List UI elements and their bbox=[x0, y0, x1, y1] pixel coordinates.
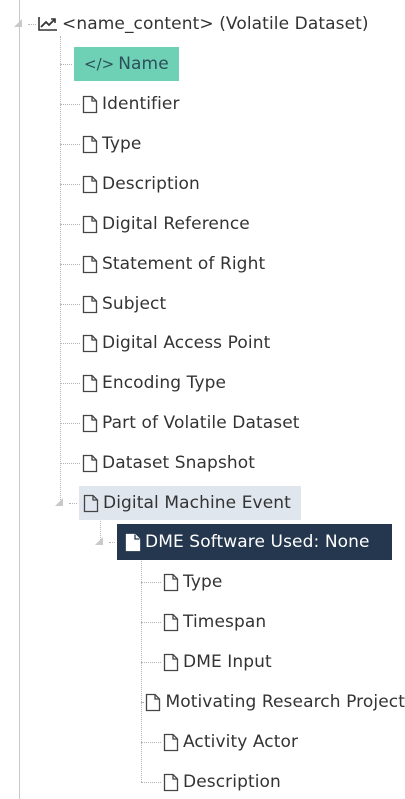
tree-node-digital-machine-event[interactable]: Digital Machine Event bbox=[55, 486, 301, 520]
tree-node-label: Timespan bbox=[183, 612, 267, 632]
tree-node-label: DME Software Used: None bbox=[145, 532, 370, 552]
tree-node-root[interactable]: <name_content> (Volatile Dataset) bbox=[14, 7, 369, 41]
document-icon bbox=[82, 374, 98, 393]
collapse-toggle-icon[interactable] bbox=[95, 537, 105, 547]
document-icon bbox=[82, 295, 98, 314]
tree-node-label: Description bbox=[102, 174, 200, 194]
tree-node-label: Digital Reference bbox=[102, 214, 250, 234]
document-icon bbox=[82, 215, 98, 234]
document-icon bbox=[82, 95, 98, 114]
document-icon bbox=[163, 573, 179, 592]
tree-node-label: Name bbox=[118, 54, 169, 74]
tree-node-description[interactable]: Description bbox=[60, 167, 200, 201]
hovered-node[interactable]: Digital Machine Event bbox=[79, 486, 301, 520]
tree-node-activity-actor[interactable]: Activity Actor bbox=[141, 725, 298, 759]
tree-node-label: DME Input bbox=[183, 652, 272, 672]
tree-node-digital-reference[interactable]: Digital Reference bbox=[60, 207, 250, 241]
tree-node-label: Motivating Research Project bbox=[165, 692, 405, 712]
line-chart-icon bbox=[38, 16, 58, 32]
tree-node-dme-timespan[interactable]: Timespan bbox=[141, 605, 266, 639]
tree-node-label: Statement of Right bbox=[102, 254, 266, 274]
collapse-toggle-icon[interactable] bbox=[55, 498, 65, 508]
tree-node-label: Encoding Type bbox=[102, 373, 227, 393]
tree-view: <name_content> (Volatile Dataset) </> Na… bbox=[0, 0, 405, 799]
document-icon bbox=[83, 494, 99, 513]
document-icon bbox=[163, 613, 179, 632]
document-icon bbox=[163, 773, 179, 792]
highlighted-node[interactable]: </> Name bbox=[74, 47, 179, 81]
tree-guide-line bbox=[19, 0, 20, 799]
tree-node-dataset-snapshot[interactable]: Dataset Snapshot bbox=[60, 446, 255, 480]
tree-node-dme-type[interactable]: Type bbox=[141, 565, 222, 599]
tree-node-label: Description bbox=[183, 772, 281, 792]
tree-node-label: Dataset Snapshot bbox=[102, 453, 256, 473]
tree-node-dme-software-used[interactable]: DME Software Used: None bbox=[95, 524, 392, 560]
tree-node-statement-of-right[interactable]: Statement of Right bbox=[60, 247, 265, 281]
tree-node-label: Subject bbox=[102, 294, 167, 314]
document-icon bbox=[82, 334, 98, 353]
tree-node-label: Identifier bbox=[102, 94, 180, 114]
document-icon bbox=[82, 175, 98, 194]
document-icon bbox=[82, 414, 98, 433]
tree-node-label: Type bbox=[183, 572, 223, 592]
tree-node-digital-access-point[interactable]: Digital Access Point bbox=[60, 326, 270, 360]
tree-node-label: Activity Actor bbox=[183, 732, 299, 752]
tree-node-motivating-research-project[interactable]: Motivating Research Project bbox=[141, 685, 405, 719]
tree-node-encoding-type[interactable]: Encoding Type bbox=[60, 366, 226, 400]
document-icon bbox=[82, 454, 98, 473]
tree-node-label: Digital Access Point bbox=[102, 333, 271, 353]
collapse-toggle-icon[interactable] bbox=[14, 19, 24, 29]
tree-node-dme-description[interactable]: Description bbox=[141, 765, 281, 799]
tree-node-part-of-volatile-dataset[interactable]: Part of Volatile Dataset bbox=[60, 406, 300, 440]
document-icon bbox=[82, 135, 98, 154]
tree-node-type[interactable]: Type bbox=[60, 127, 141, 161]
document-icon bbox=[163, 733, 179, 752]
tree-node-label: <name_content> (Volatile Dataset) bbox=[62, 14, 369, 34]
selected-node[interactable]: DME Software Used: None bbox=[117, 524, 392, 560]
tree-node-subject[interactable]: Subject bbox=[60, 287, 166, 321]
tree-node-label: Part of Volatile Dataset bbox=[102, 413, 300, 433]
tree-node-name[interactable]: </> Name bbox=[60, 47, 179, 81]
document-icon bbox=[145, 693, 161, 712]
tree-node-label: Type bbox=[102, 134, 142, 154]
tree-node-identifier[interactable]: Identifier bbox=[60, 87, 180, 121]
code-icon: </> bbox=[84, 55, 115, 73]
document-icon bbox=[163, 653, 179, 672]
document-icon bbox=[82, 255, 98, 274]
document-icon bbox=[125, 533, 141, 552]
tree-node-dme-input[interactable]: DME Input bbox=[141, 645, 272, 679]
tree-node-label: Digital Machine Event bbox=[103, 493, 291, 513]
